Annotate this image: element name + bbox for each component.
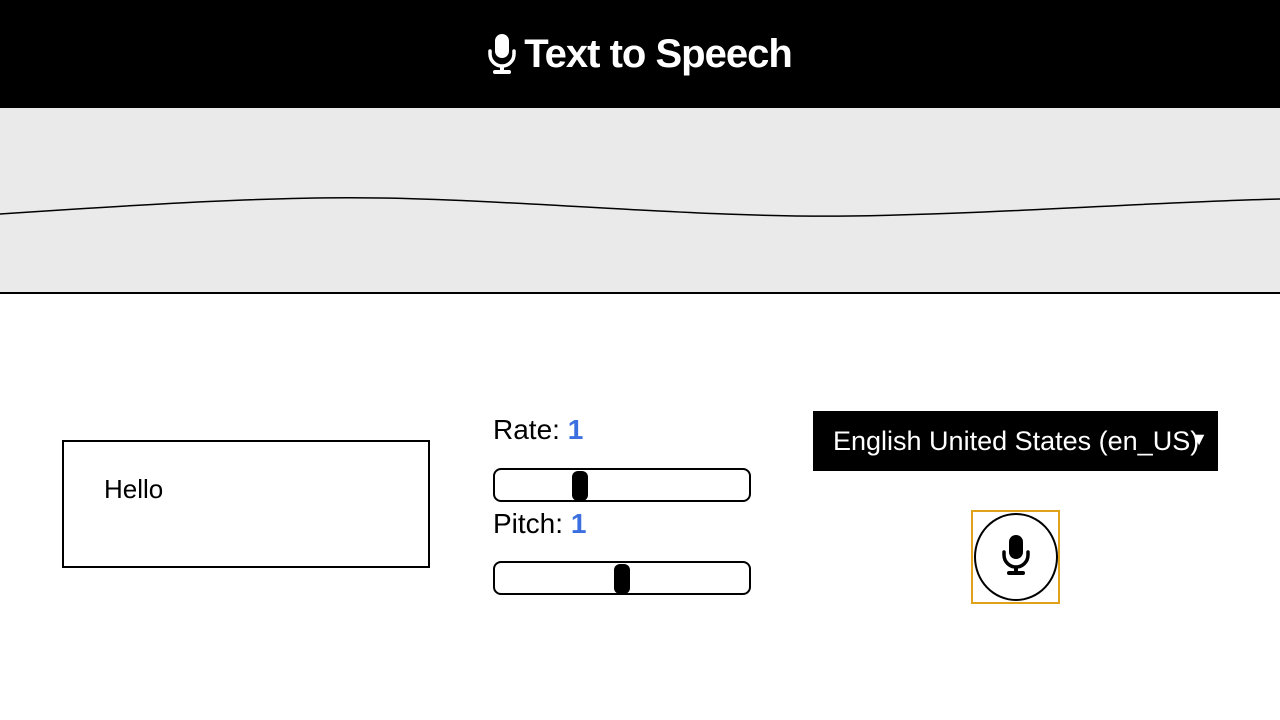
header-title-group: Text to Speech (488, 31, 793, 77)
waveform-line (0, 196, 1280, 217)
language-select-value: English United States (en_US) (833, 425, 1200, 456)
pitch-value: 1 (570, 508, 587, 539)
chevron-down-icon: ▼ (1190, 429, 1208, 449)
speak-button-circle (973, 513, 1058, 601)
page-title: Text to Speech (524, 31, 793, 76)
rate-label: Rate: 1 (493, 414, 583, 446)
pitch-slider-thumb[interactable] (614, 564, 630, 594)
speak-button[interactable] (971, 510, 1060, 604)
rate-slider-thumb[interactable] (571, 471, 588, 501)
language-select[interactable]: English United States (en_US) ▼ (813, 411, 1218, 471)
pitch-slider[interactable] (493, 561, 751, 595)
microphone-icon (1001, 534, 1030, 580)
text-input[interactable]: Hello (62, 440, 430, 568)
pitch-label-text: Pitch: (493, 508, 571, 539)
rate-slider[interactable] (493, 468, 751, 502)
waveform-visualizer (0, 108, 1280, 294)
rate-label-text: Rate: (493, 414, 568, 445)
pitch-label: Pitch: 1 (493, 508, 586, 540)
rate-value: 1 (567, 414, 584, 445)
app-header: Text to Speech (0, 0, 1280, 108)
microphone-icon (488, 34, 516, 74)
